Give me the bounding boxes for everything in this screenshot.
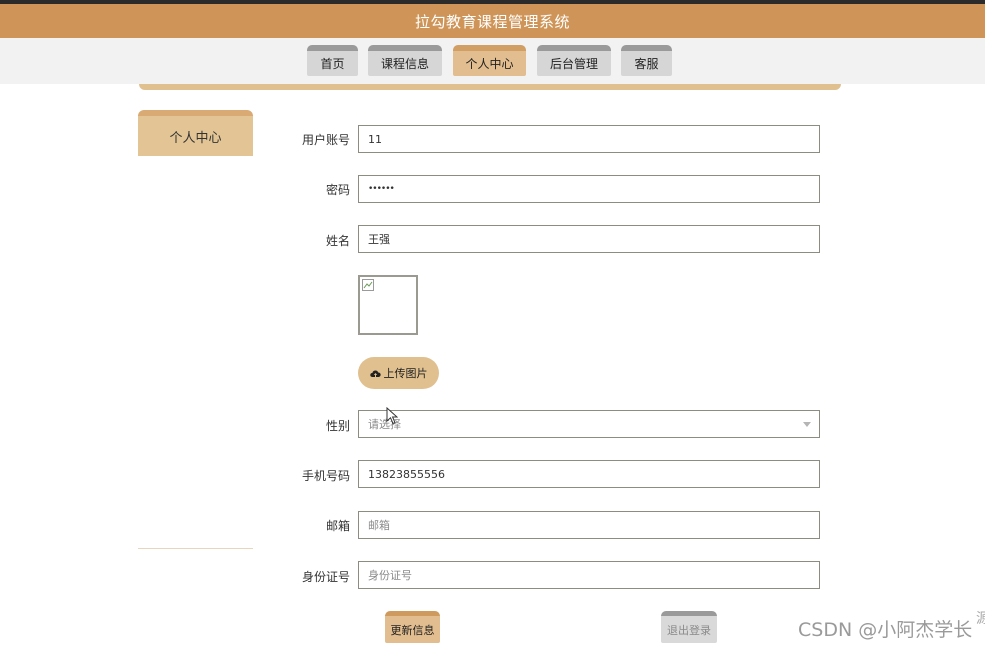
phone-value: 13823855556 <box>368 467 445 481</box>
nav-item-personal-center[interactable]: 个人中心 <box>453 45 526 76</box>
nav-item-admin[interactable]: 后台管理 <box>537 45 611 76</box>
nav-item-course-info[interactable]: 课程信息 <box>368 45 442 76</box>
id-card-placeholder: 身份证号 <box>368 569 412 582</box>
email-placeholder: 邮箱 <box>368 519 390 532</box>
username-label: 用户账号 <box>301 133 350 147</box>
broken-image-icon <box>362 279 374 291</box>
cloud-upload-icon <box>369 369 381 378</box>
nav-item-customer-service[interactable]: 客服 <box>621 45 672 76</box>
chevron-down-icon <box>803 422 811 427</box>
upload-image-button[interactable]: 上传图片 <box>358 357 439 389</box>
email-label: 邮箱 <box>325 519 350 533</box>
email-field[interactable]: 邮箱 <box>358 511 820 539</box>
avatar-image <box>358 275 418 335</box>
logout-button[interactable]: 退出登录 <box>661 611 717 643</box>
nav-bar: 首页 课程信息 个人中心 后台管理 客服 <box>0 38 985 84</box>
nav-underline-decoration <box>139 84 841 90</box>
sidebar-divider <box>138 548 253 549</box>
sidebar-item-personal-center[interactable]: 个人中心 <box>138 110 253 156</box>
id-card-field[interactable]: 身份证号 <box>358 561 820 589</box>
phone-label: 手机号码 <box>301 469 350 483</box>
name-value: 王强 <box>368 233 390 246</box>
gender-select[interactable]: 请选择 <box>358 410 820 438</box>
watermark-text: CSDN @小阿杰学长 <box>798 619 973 641</box>
username-field[interactable]: 11 <box>358 125 820 153</box>
phone-field[interactable]: 13823855556 <box>358 460 820 488</box>
gender-label: 性别 <box>325 419 350 433</box>
name-field[interactable]: 王强 <box>358 225 820 253</box>
password-label: 密码 <box>325 183 350 197</box>
watermark-edge-glyph: 源 <box>976 611 985 627</box>
username-value: 11 <box>368 132 382 146</box>
password-value: •••••• <box>368 184 395 194</box>
id-card-label: 身份证号 <box>301 570 350 584</box>
upload-button-label: 上传图片 <box>383 367 428 380</box>
password-field[interactable]: •••••• <box>358 175 820 203</box>
name-label: 姓名 <box>325 234 350 248</box>
nav-item-home[interactable]: 首页 <box>307 45 358 76</box>
update-info-button[interactable]: 更新信息 <box>385 611 440 643</box>
mouse-cursor-icon <box>386 407 398 425</box>
header-bar: 拉勾教育课程管理系统 <box>0 4 985 38</box>
app-title: 拉勾教育课程管理系统 <box>414 12 570 31</box>
